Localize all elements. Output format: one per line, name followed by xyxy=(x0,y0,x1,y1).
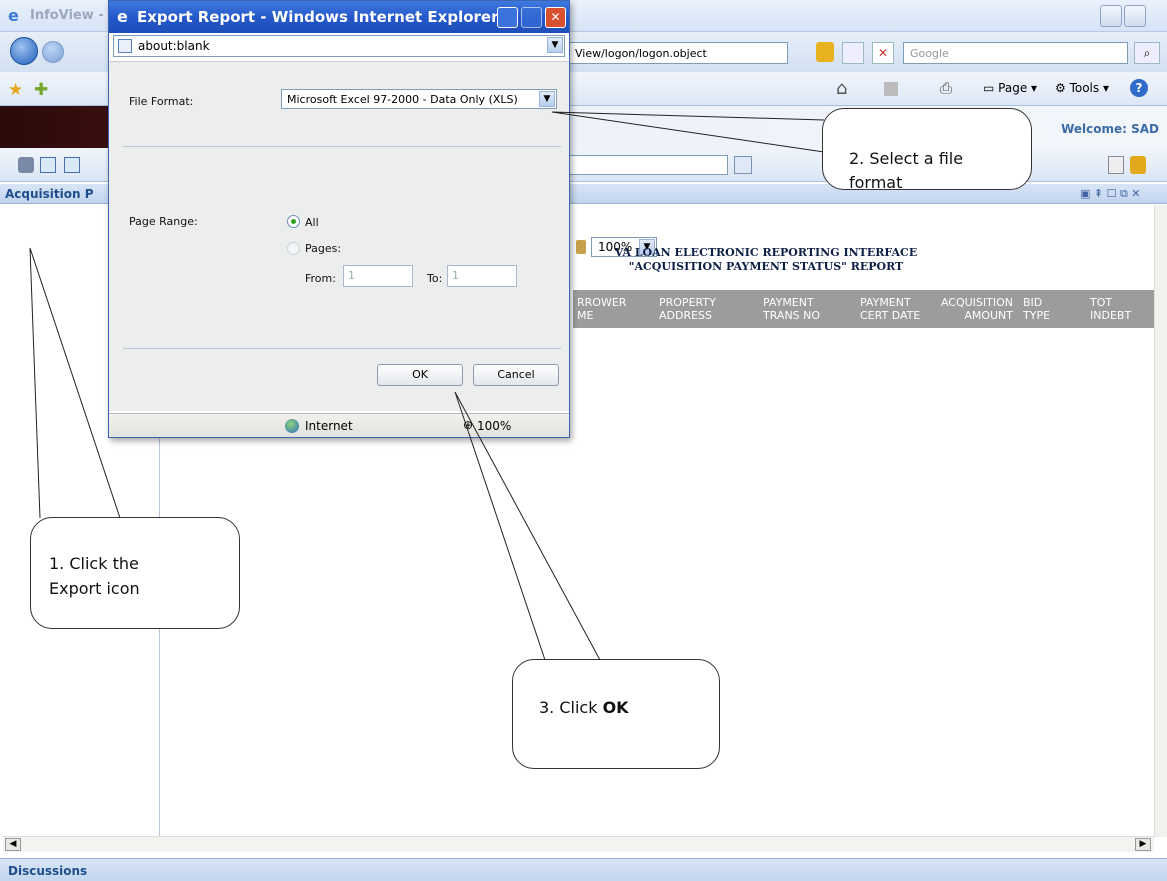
file-format-select[interactable]: Microsoft Excel 97-2000 - Data Only (XLS… xyxy=(281,89,557,109)
zone-label: Internet xyxy=(305,419,353,433)
welcome-text: Welcome: SAD xyxy=(1061,122,1159,136)
col-payment-trans-no: PAYMENT TRANS NO xyxy=(763,296,821,322)
search-icon[interactable]: ⌕ xyxy=(1134,42,1160,64)
lock-icon xyxy=(816,42,834,62)
callout-step3: 3. Click OK xyxy=(512,659,720,769)
ie-logo-icon: e xyxy=(117,7,128,26)
all-label: All xyxy=(305,216,319,229)
export-report-dialog: e Export Report - Windows Internet Explo… xyxy=(108,0,570,438)
feeds-icon[interactable] xyxy=(884,82,898,96)
callout-step1: 1. Click the Export icon xyxy=(30,517,240,629)
dialog-body: File Format: Microsoft Excel 97-2000 - D… xyxy=(109,61,569,411)
pages-label: Pages: xyxy=(305,242,342,255)
minimize-button[interactable] xyxy=(1100,5,1122,27)
help-icon[interactable]: ? xyxy=(1130,79,1148,97)
ie-logo-icon: e xyxy=(8,6,19,25)
col-borrower-name: RROWER ME xyxy=(577,296,627,322)
ok-button[interactable]: OK xyxy=(377,364,463,386)
documents-menu-icon[interactable] xyxy=(64,157,80,173)
horizontal-scrollbar[interactable]: ◀ ▶ xyxy=(3,836,1154,852)
preferences-icon[interactable] xyxy=(1108,156,1124,174)
page-menu[interactable]: ▭ Page ▾ xyxy=(983,81,1037,95)
address-bar[interactable]: View/logon/logon.object xyxy=(560,42,788,64)
dialog-address-bar[interactable]: about:blank ▼ xyxy=(113,35,565,57)
vertical-scrollbar[interactable] xyxy=(1154,205,1167,837)
restore-button[interactable] xyxy=(1124,5,1146,27)
divider xyxy=(123,146,561,147)
globe-icon xyxy=(285,419,299,433)
add-favorites-icon[interactable]: ✚ xyxy=(34,80,48,100)
col-bid-type: BID TYPE xyxy=(1023,296,1051,322)
refresh-icon[interactable] xyxy=(842,42,864,64)
cancel-button[interactable]: Cancel xyxy=(473,364,559,386)
browser-title: InfoView - xyxy=(30,8,104,23)
search-go-icon[interactable] xyxy=(734,156,752,174)
back-icon[interactable] xyxy=(10,37,38,65)
maximize-button[interactable] xyxy=(521,7,542,28)
all-radio[interactable] xyxy=(287,215,300,228)
scroll-left-icon[interactable]: ◀ xyxy=(5,838,21,851)
toolbar-search-input[interactable] xyxy=(566,155,728,175)
col-acquisition-amount: ACQUISITION AMOUNT xyxy=(940,296,1013,322)
callout-step2: 2. Select a file format xyxy=(822,108,1032,192)
forward-icon[interactable] xyxy=(42,41,64,63)
pages-radio[interactable] xyxy=(287,242,300,255)
to-label: To: xyxy=(427,272,443,285)
dialog-statusbar: Internet ⊕ 100% xyxy=(109,413,569,437)
print-icon[interactable]: ⎙ xyxy=(940,79,952,97)
home-icon[interactable]: ⌂ xyxy=(836,78,847,99)
report-column-headers: RROWER ME PROPERTY ADDRESS PAYMENT TRANS NO… xyxy=(573,290,1167,328)
panel-controls[interactable]: ▣ ⇞ ☐ ⧉ ✕ xyxy=(1080,187,1141,201)
dialog-titlebar[interactable]: e Export Report - Windows Internet Explo… xyxy=(109,1,569,33)
from-label: From: xyxy=(305,272,336,285)
to-input[interactable]: 1 xyxy=(447,265,517,287)
col-payment-cert-date: PAYMENT CERT DATE xyxy=(860,296,921,322)
chevron-down-icon: ▼ xyxy=(539,91,555,107)
close-button[interactable]: ✕ xyxy=(545,7,566,28)
scroll-right-icon[interactable]: ▶ xyxy=(1135,838,1151,851)
logoff-lock-icon[interactable] xyxy=(1130,156,1146,174)
home-app-icon[interactable] xyxy=(18,157,34,173)
col-property-address: PROPERTY ADDRESS xyxy=(659,296,716,322)
tools-menu[interactable]: ⚙ Tools ▾ xyxy=(1055,81,1109,95)
discussions-panel[interactable]: Discussions xyxy=(0,858,1167,881)
minimize-button[interactable] xyxy=(497,7,518,28)
divider xyxy=(123,348,561,349)
page-range-label: Page Range: xyxy=(129,215,198,228)
chevron-down-icon[interactable]: ▼ xyxy=(547,37,563,53)
zoom-icon: ⊕ xyxy=(463,418,474,432)
list-view-icon[interactable] xyxy=(40,157,56,173)
stop-icon[interactable]: ✕ xyxy=(872,42,894,64)
search-input[interactable]: Google xyxy=(903,42,1128,64)
file-format-label: File Format: xyxy=(129,95,194,108)
dialog-title: Export Report - Windows Internet Explore… xyxy=(137,8,499,26)
favorites-star-icon[interactable]: ★ xyxy=(8,80,23,100)
page-icon xyxy=(118,39,132,53)
col-tot-indebt: TOT INDEBT xyxy=(1090,296,1132,322)
zoom-level[interactable]: 100% xyxy=(477,419,511,433)
from-input[interactable]: 1 xyxy=(343,265,413,287)
report-title: VA LOAN ELECTRONIC REPORTING INTERFACE "… xyxy=(614,246,918,273)
panel-title: Acquisition P xyxy=(5,187,94,201)
